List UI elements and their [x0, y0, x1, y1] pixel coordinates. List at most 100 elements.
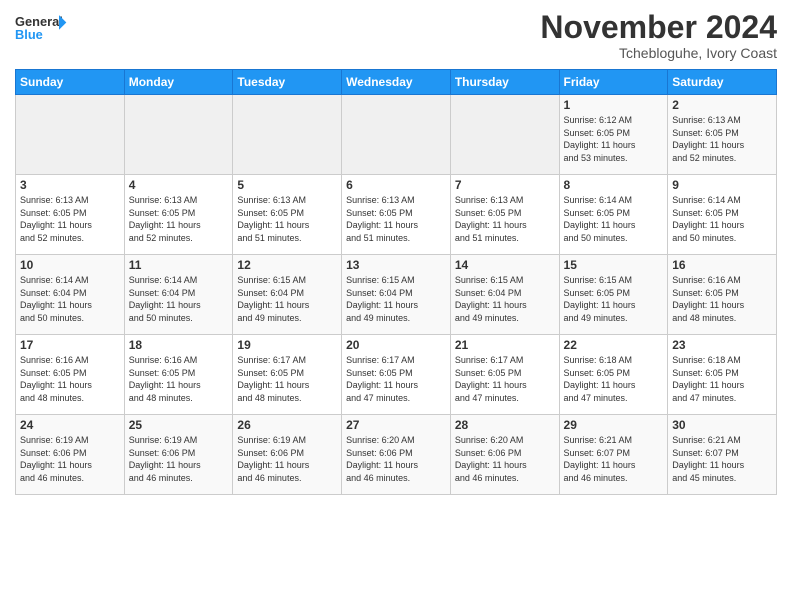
calendar-cell: 21 Sunrise: 6:17 AM Sunset: 6:05 PM Dayli… — [450, 335, 559, 415]
day-info: Sunrise: 6:18 AM Sunset: 6:05 PM Dayligh… — [564, 354, 664, 404]
day-number: 9 — [672, 178, 772, 192]
day-info: Sunrise: 6:21 AM Sunset: 6:07 PM Dayligh… — [564, 434, 664, 484]
day-number: 15 — [564, 258, 664, 272]
calendar-cell: 14 Sunrise: 6:15 AM Sunset: 6:04 PM Dayli… — [450, 255, 559, 335]
day-info: Sunrise: 6:14 AM Sunset: 6:04 PM Dayligh… — [20, 274, 120, 324]
calendar-cell — [450, 95, 559, 175]
location: Tchebloguhe, Ivory Coast — [540, 45, 777, 61]
day-number: 8 — [564, 178, 664, 192]
day-number: 30 — [672, 418, 772, 432]
calendar-cell: 4 Sunrise: 6:13 AM Sunset: 6:05 PM Daylig… — [124, 175, 233, 255]
day-info: Sunrise: 6:17 AM Sunset: 6:05 PM Dayligh… — [346, 354, 446, 404]
calendar-cell: 15 Sunrise: 6:15 AM Sunset: 6:05 PM Dayli… — [559, 255, 668, 335]
calendar-cell: 18 Sunrise: 6:16 AM Sunset: 6:05 PM Dayli… — [124, 335, 233, 415]
day-info: Sunrise: 6:13 AM Sunset: 6:05 PM Dayligh… — [672, 114, 772, 164]
day-number: 18 — [129, 338, 229, 352]
day-info: Sunrise: 6:13 AM Sunset: 6:05 PM Dayligh… — [346, 194, 446, 244]
calendar-cell: 11 Sunrise: 6:14 AM Sunset: 6:04 PM Dayli… — [124, 255, 233, 335]
page: GeneralBlue November 2024 Tchebloguhe, I… — [0, 0, 792, 612]
calendar-cell: 5 Sunrise: 6:13 AM Sunset: 6:05 PM Daylig… — [233, 175, 342, 255]
day-info: Sunrise: 6:15 AM Sunset: 6:04 PM Dayligh… — [346, 274, 446, 324]
title-block: November 2024 Tchebloguhe, Ivory Coast — [540, 10, 777, 61]
calendar-weekday-sunday: Sunday — [16, 70, 125, 95]
day-number: 25 — [129, 418, 229, 432]
day-info: Sunrise: 6:19 AM Sunset: 6:06 PM Dayligh… — [129, 434, 229, 484]
calendar-week-5: 24Sunrise: 6:19 AM Sunset: 6:06 PM Dayli… — [16, 415, 777, 495]
day-info: Sunrise: 6:18 AM Sunset: 6:05 PM Dayligh… — [672, 354, 772, 404]
calendar-cell: 23Sunrise: 6:18 AM Sunset: 6:05 PM Dayli… — [668, 335, 777, 415]
day-info: Sunrise: 6:13 AM Sunset: 6:05 PM Dayligh… — [20, 194, 120, 244]
day-info: Sunrise: 6:13 AM Sunset: 6:05 PM Dayligh… — [129, 194, 229, 244]
calendar-cell: 24Sunrise: 6:19 AM Sunset: 6:06 PM Dayli… — [16, 415, 125, 495]
calendar-cell: 19Sunrise: 6:17 AM Sunset: 6:05 PM Dayli… — [233, 335, 342, 415]
calendar-cell: 13 Sunrise: 6:15 AM Sunset: 6:04 PM Dayli… — [342, 255, 451, 335]
calendar-weekday-friday: Friday — [559, 70, 668, 95]
calendar-week-2: 3 Sunrise: 6:13 AM Sunset: 6:05 PM Daylig… — [16, 175, 777, 255]
day-info: Sunrise: 6:14 AM Sunset: 6:05 PM Dayligh… — [672, 194, 772, 244]
day-info: Sunrise: 6:17 AM Sunset: 6:05 PM Dayligh… — [455, 354, 555, 404]
calendar-cell: 25 Sunrise: 6:19 AM Sunset: 6:06 PM Dayli… — [124, 415, 233, 495]
day-number: 28 — [455, 418, 555, 432]
calendar-cell — [124, 95, 233, 175]
day-number: 3 — [20, 178, 120, 192]
day-number: 17 — [20, 338, 120, 352]
calendar-week-4: 17 Sunrise: 6:16 AM Sunset: 6:05 PM Dayli… — [16, 335, 777, 415]
calendar-cell: 9 Sunrise: 6:14 AM Sunset: 6:05 PM Daylig… — [668, 175, 777, 255]
calendar-weekday-thursday: Thursday — [450, 70, 559, 95]
calendar-cell: 20Sunrise: 6:17 AM Sunset: 6:05 PM Dayli… — [342, 335, 451, 415]
calendar: SundayMondayTuesdayWednesdayThursdayFrid… — [15, 69, 777, 495]
day-info: Sunrise: 6:19 AM Sunset: 6:06 PM Dayligh… — [237, 434, 337, 484]
day-number: 5 — [237, 178, 337, 192]
day-info: Sunrise: 6:16 AM Sunset: 6:05 PM Dayligh… — [129, 354, 229, 404]
month-title: November 2024 — [540, 10, 777, 45]
calendar-weekday-monday: Monday — [124, 70, 233, 95]
day-info: Sunrise: 6:16 AM Sunset: 6:05 PM Dayligh… — [20, 354, 120, 404]
calendar-cell: 2 Sunrise: 6:13 AM Sunset: 6:05 PM Daylig… — [668, 95, 777, 175]
day-info: Sunrise: 6:14 AM Sunset: 6:04 PM Dayligh… — [129, 274, 229, 324]
day-info: Sunrise: 6:21 AM Sunset: 6:07 PM Dayligh… — [672, 434, 772, 484]
calendar-cell: 30 Sunrise: 6:21 AM Sunset: 6:07 PM Dayli… — [668, 415, 777, 495]
svg-text:Blue: Blue — [15, 27, 43, 42]
day-number: 10 — [20, 258, 120, 272]
calendar-cell: 27 Sunrise: 6:20 AM Sunset: 6:06 PM Dayli… — [342, 415, 451, 495]
calendar-cell: 28Sunrise: 6:20 AM Sunset: 6:06 PM Dayli… — [450, 415, 559, 495]
calendar-cell: 26 Sunrise: 6:19 AM Sunset: 6:06 PM Dayli… — [233, 415, 342, 495]
day-info: Sunrise: 6:20 AM Sunset: 6:06 PM Dayligh… — [346, 434, 446, 484]
calendar-week-1: 1 Sunrise: 6:12 AM Sunset: 6:05 PM Daylig… — [16, 95, 777, 175]
day-number: 4 — [129, 178, 229, 192]
calendar-cell: 12Sunrise: 6:15 AM Sunset: 6:04 PM Dayli… — [233, 255, 342, 335]
day-number: 29 — [564, 418, 664, 432]
calendar-cell: 6Sunrise: 6:13 AM Sunset: 6:05 PM Daylig… — [342, 175, 451, 255]
calendar-cell: 1 Sunrise: 6:12 AM Sunset: 6:05 PM Daylig… — [559, 95, 668, 175]
day-number: 27 — [346, 418, 446, 432]
logo: GeneralBlue — [15, 10, 70, 45]
day-info: Sunrise: 6:15 AM Sunset: 6:04 PM Dayligh… — [455, 274, 555, 324]
day-info: Sunrise: 6:15 AM Sunset: 6:04 PM Dayligh… — [237, 274, 337, 324]
calendar-weekday-saturday: Saturday — [668, 70, 777, 95]
day-info: Sunrise: 6:17 AM Sunset: 6:05 PM Dayligh… — [237, 354, 337, 404]
day-info: Sunrise: 6:14 AM Sunset: 6:05 PM Dayligh… — [564, 194, 664, 244]
day-info: Sunrise: 6:15 AM Sunset: 6:05 PM Dayligh… — [564, 274, 664, 324]
day-info: Sunrise: 6:13 AM Sunset: 6:05 PM Dayligh… — [237, 194, 337, 244]
calendar-cell: 7Sunrise: 6:13 AM Sunset: 6:05 PM Daylig… — [450, 175, 559, 255]
day-number: 2 — [672, 98, 772, 112]
header: GeneralBlue November 2024 Tchebloguhe, I… — [15, 10, 777, 61]
day-number: 21 — [455, 338, 555, 352]
day-info: Sunrise: 6:13 AM Sunset: 6:05 PM Dayligh… — [455, 194, 555, 244]
calendar-cell: 29 Sunrise: 6:21 AM Sunset: 6:07 PM Dayli… — [559, 415, 668, 495]
calendar-cell: 8 Sunrise: 6:14 AM Sunset: 6:05 PM Daylig… — [559, 175, 668, 255]
day-info: Sunrise: 6:12 AM Sunset: 6:05 PM Dayligh… — [564, 114, 664, 164]
day-number: 16 — [672, 258, 772, 272]
calendar-cell — [16, 95, 125, 175]
day-number: 13 — [346, 258, 446, 272]
calendar-cell: 10 Sunrise: 6:14 AM Sunset: 6:04 PM Dayli… — [16, 255, 125, 335]
calendar-cell — [233, 95, 342, 175]
calendar-cell: 3 Sunrise: 6:13 AM Sunset: 6:05 PM Daylig… — [16, 175, 125, 255]
day-number: 1 — [564, 98, 664, 112]
day-number: 26 — [237, 418, 337, 432]
day-number: 22 — [564, 338, 664, 352]
day-number: 11 — [129, 258, 229, 272]
day-number: 14 — [455, 258, 555, 272]
calendar-week-3: 10 Sunrise: 6:14 AM Sunset: 6:04 PM Dayli… — [16, 255, 777, 335]
day-info: Sunrise: 6:16 AM Sunset: 6:05 PM Dayligh… — [672, 274, 772, 324]
